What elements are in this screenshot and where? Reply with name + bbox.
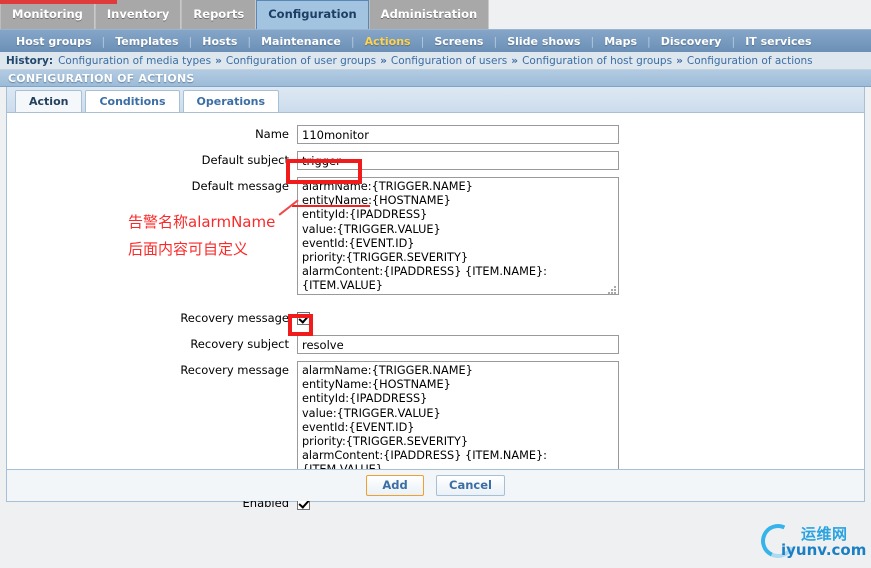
cancel-button[interactable]: Cancel — [436, 475, 505, 496]
menu-item-inventory[interactable]: Inventory — [94, 0, 182, 29]
default-subject-input[interactable] — [297, 151, 619, 170]
label-default-message: Default message — [191, 179, 289, 193]
watermark-iyunv: 运维网 iyunv.com — [756, 519, 867, 564]
field-row-recovery-message: Recovery message alarmName:{TRIGGER.NAME… — [7, 361, 864, 483]
form-button-bar: Add Cancel — [7, 469, 864, 501]
subnav-separator: | — [101, 34, 106, 48]
menu-item-monitoring[interactable]: Monitoring — [0, 0, 95, 29]
history-breadcrumb: History: Configuration of media types » … — [0, 52, 871, 70]
label-recovery-subject: Recovery subject — [190, 337, 289, 351]
recovery-subject-input[interactable] — [297, 335, 619, 354]
tab-conditions[interactable]: Conditions — [85, 90, 180, 112]
app-window: Monitoring Inventory Reports Configurati… — [0, 0, 871, 568]
subnav-item-hosts[interactable]: Hosts — [192, 35, 247, 48]
subnav-item-it-services[interactable]: IT services — [735, 35, 821, 48]
menu-item-administration[interactable]: Administration — [368, 0, 490, 29]
form-tabstrip: Action Conditions Operations — [7, 87, 864, 113]
subnav-item-slide-shows[interactable]: Slide shows — [497, 35, 590, 48]
field-row-name: Name — [7, 125, 864, 144]
subnav-separator: | — [420, 34, 425, 48]
watermark-ring-icon — [756, 519, 800, 563]
label-default-subject: Default subject — [201, 153, 289, 167]
history-separator: » — [380, 54, 387, 67]
subnav-item-host-groups[interactable]: Host groups — [6, 35, 102, 48]
add-button[interactable]: Add — [366, 475, 425, 496]
menu-item-configuration[interactable]: Configuration — [256, 0, 369, 29]
default-message-textarea[interactable]: alarmName:{TRIGGER.NAME} entityName:{HOS… — [297, 177, 619, 295]
label-recovery-message-toggle: Recovery message — [180, 311, 289, 325]
subnav-separator: | — [590, 34, 595, 48]
subnav-item-templates[interactable]: Templates — [105, 35, 188, 48]
watermark-text-en: iyunv.com — [781, 541, 867, 559]
label-recovery-message: Recovery message — [180, 363, 289, 377]
history-separator: » — [511, 54, 519, 67]
subnav-separator: | — [493, 34, 498, 48]
window-bottom-strip — [0, 560, 871, 568]
subnav-item-actions[interactable]: Actions — [355, 35, 421, 48]
primary-menu: Monitoring Inventory Reports Configurati… — [0, 0, 871, 29]
history-link-users[interactable]: Configuration of users — [391, 55, 507, 67]
history-link-media-types[interactable]: Configuration of media types — [58, 55, 211, 67]
tab-operations[interactable]: Operations — [182, 90, 280, 112]
recovery-message-textarea[interactable]: alarmName:{TRIGGER.NAME} entityName:{HOS… — [297, 361, 619, 479]
subnav-item-screens[interactable]: Screens — [424, 35, 493, 48]
history-link-host-groups[interactable]: Configuration of host groups — [522, 55, 672, 67]
history-link-user-groups[interactable]: Configuration of user groups — [226, 55, 376, 67]
subnav-item-maintenance[interactable]: Maintenance — [251, 35, 351, 48]
subnav-separator: | — [731, 34, 736, 48]
secondary-menu: Host groups | Templates | Hosts | Mainte… — [0, 29, 871, 52]
action-form-body: Name Default subject Default message ala… — [7, 113, 864, 513]
tab-action[interactable]: Action — [15, 90, 83, 112]
watermark-text-cn: 运维网 — [801, 525, 848, 543]
history-separator: » — [676, 54, 683, 67]
subnav-item-discovery[interactable]: Discovery — [651, 35, 732, 48]
field-row-recovery-toggle: Recovery message — [7, 309, 864, 328]
subnav-separator: | — [247, 34, 252, 48]
page-title: CONFIGURATION OF ACTIONS — [8, 71, 195, 85]
subnav-separator: | — [350, 34, 355, 48]
history-label: History: — [6, 54, 54, 67]
field-row-default-message: Default message alarmName:{TRIGGER.NAME}… — [7, 177, 864, 299]
subnav-separator: | — [647, 34, 651, 48]
subnav-separator: | — [188, 34, 193, 48]
top-red-stripe — [0, 0, 117, 4]
name-input[interactable] — [297, 125, 619, 144]
subnav-item-maps[interactable]: Maps — [594, 35, 647, 48]
page-title-bar: CONFIGURATION OF ACTIONS — [0, 70, 871, 87]
action-form-panel: Action Conditions Operations Name Defaul… — [6, 87, 865, 510]
recovery-message-checkbox[interactable] — [297, 312, 310, 325]
label-name: Name — [255, 127, 289, 141]
history-separator: » — [215, 54, 222, 67]
history-link-actions[interactable]: Configuration of actions — [687, 55, 813, 67]
menu-item-reports[interactable]: Reports — [181, 0, 257, 29]
field-row-default-subject: Default subject — [7, 151, 864, 170]
field-row-recovery-subject: Recovery subject — [7, 335, 864, 354]
